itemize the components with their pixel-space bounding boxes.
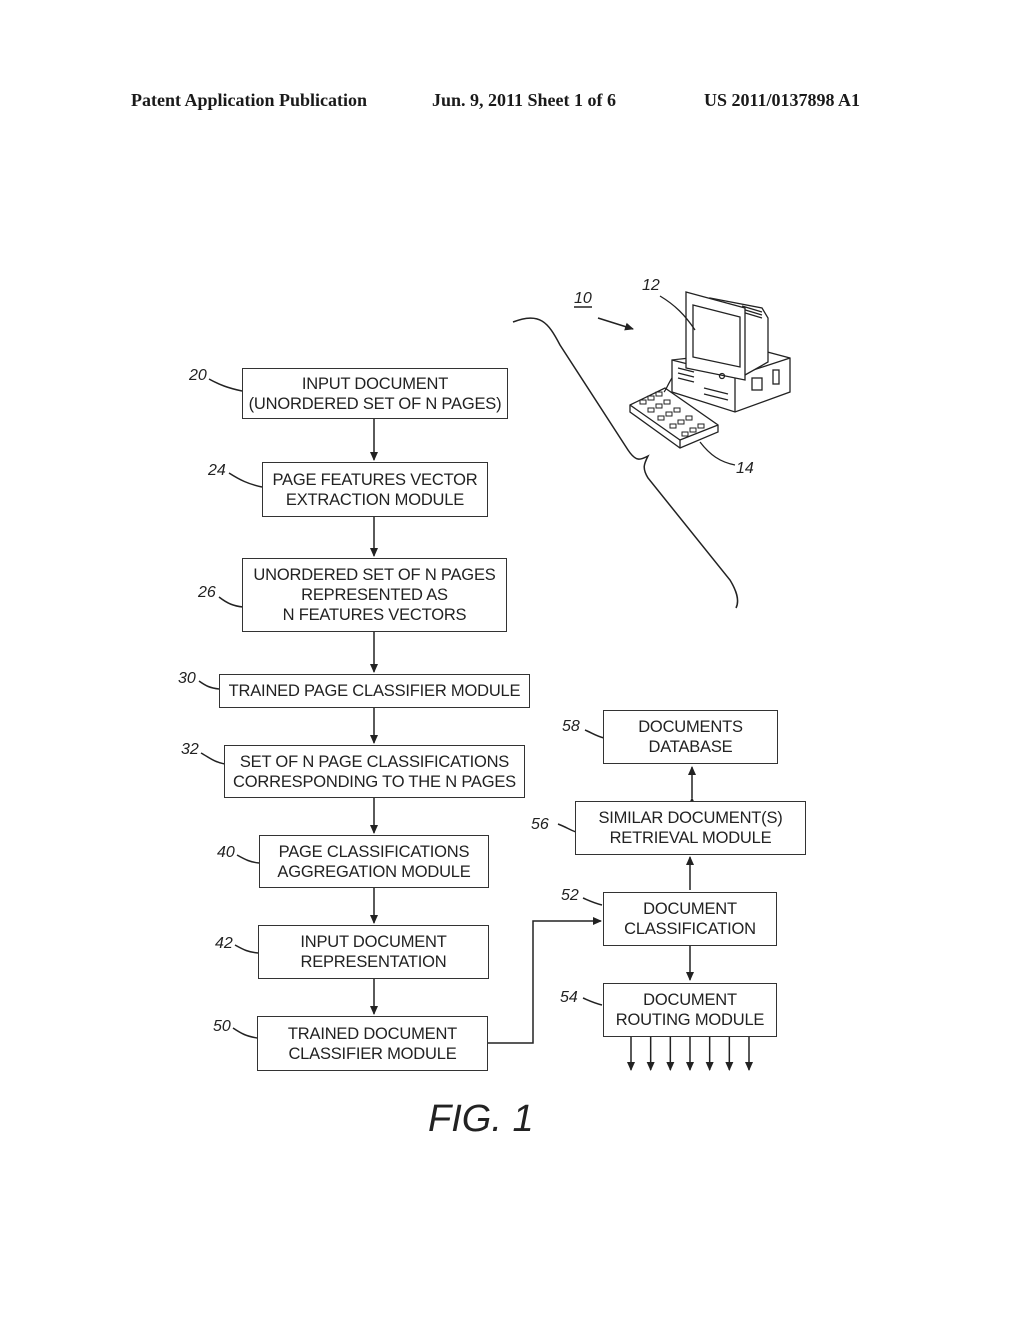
box-line: DOCUMENTS bbox=[638, 718, 743, 736]
box-line: RETRIEVAL MODULE bbox=[609, 829, 772, 847]
box-line: REPRESENTED AS bbox=[301, 586, 448, 604]
arrow-50-52 bbox=[487, 917, 602, 1044]
box-trained-document-classifier: TRAINED DOCUMENT CLASSIFIER MODULE bbox=[257, 1016, 488, 1071]
box-input-document: INPUT DOCUMENT (UNORDERED SET OF N PAGES) bbox=[242, 368, 508, 419]
ref-58: 58 bbox=[562, 718, 580, 735]
ref-32: 32 bbox=[181, 741, 199, 758]
box-line: SIMILAR DOCUMENT(S) bbox=[598, 809, 783, 827]
box-features-vectors: UNORDERED SET OF N PAGES REPRESENTED AS N … bbox=[242, 558, 507, 632]
ref-56: 56 bbox=[531, 816, 549, 833]
box-line: (UNORDERED SET OF N PAGES) bbox=[248, 394, 502, 413]
box-similar-documents-retrieval: SIMILAR DOCUMENT(S) RETRIEVAL MODULE bbox=[575, 801, 806, 855]
box-line: DOCUMENT bbox=[643, 900, 737, 918]
box-line: CORRESPONDING TO THE N PAGES bbox=[233, 772, 516, 791]
box-aggregation-module: PAGE CLASSIFICATIONS AGGREGATION MODULE bbox=[259, 835, 489, 888]
box-line: CLASSIFIER MODULE bbox=[288, 1044, 457, 1063]
ref-30: 30 bbox=[178, 670, 196, 687]
ref-52: 52 bbox=[561, 887, 579, 904]
box-page-classifications-set: SET OF N PAGE CLASSIFICATIONS CORRESPONDI… bbox=[224, 745, 525, 798]
box-input-document-representation: INPUT DOCUMENT REPRESENTATION bbox=[258, 925, 489, 979]
box-document-routing-module: DOCUMENT ROUTING MODULE bbox=[603, 983, 777, 1037]
box-line: SET OF N PAGE CLASSIFICATIONS bbox=[239, 752, 510, 771]
ref-26: 26 bbox=[198, 584, 216, 601]
box-line: INPUT DOCUMENT bbox=[300, 933, 447, 951]
box-trained-page-classifier: TRAINED PAGE CLASSIFIER MODULE bbox=[219, 674, 530, 708]
box-line: TRAINED DOCUMENT bbox=[287, 1024, 458, 1043]
box-line: DATABASE bbox=[648, 738, 733, 756]
ref-12: 12 bbox=[642, 277, 660, 294]
box-line: N FEATURES VECTORS bbox=[282, 606, 467, 624]
figure-label: FIG. 1 bbox=[428, 1098, 534, 1140]
box-documents-database: DOCUMENTS DATABASE bbox=[603, 710, 778, 764]
box-line: CLASSIFICATION bbox=[624, 920, 756, 938]
box-line: PAGE CLASSIFICATIONS bbox=[278, 842, 470, 861]
box-line: PAGE FEATURES VECTOR bbox=[272, 470, 478, 489]
ref-40: 40 bbox=[217, 844, 235, 861]
box-line: AGGREGATION MODULE bbox=[277, 862, 471, 881]
ref-42: 42 bbox=[215, 935, 233, 952]
box-page-features-extraction: PAGE FEATURES VECTOR EXTRACTION MODULE bbox=[262, 462, 488, 517]
ref-14: 14 bbox=[736, 460, 754, 477]
ref-50: 50 bbox=[213, 1018, 231, 1035]
box-document-classification: DOCUMENT CLASSIFICATION bbox=[603, 892, 777, 946]
box-line: TRAINED PAGE CLASSIFIER MODULE bbox=[228, 682, 521, 700]
box-line: REPRESENTATION bbox=[300, 953, 447, 971]
ref-54: 54 bbox=[560, 989, 578, 1006]
ref-20: 20 bbox=[189, 367, 207, 384]
computer-workstation-icon bbox=[629, 291, 791, 466]
box-line: INPUT DOCUMENT bbox=[301, 374, 449, 393]
box-line: EXTRACTION MODULE bbox=[285, 490, 465, 509]
box-line: ROUTING MODULE bbox=[615, 1011, 765, 1029]
ref-24: 24 bbox=[208, 462, 226, 479]
box-line: UNORDERED SET OF N PAGES bbox=[253, 566, 496, 584]
ref-10: 10 bbox=[574, 290, 592, 307]
routing-outputs bbox=[627, 1037, 753, 1071]
box-line: DOCUMENT bbox=[643, 991, 737, 1009]
